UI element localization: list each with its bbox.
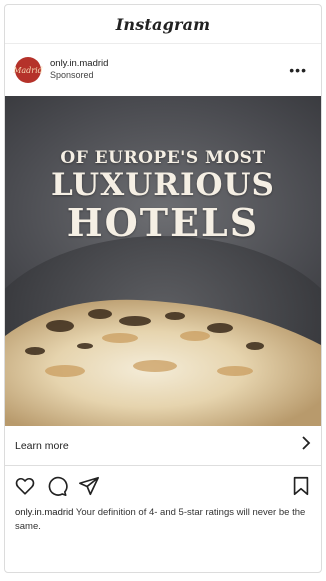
post-header: Madrid only.in.madrid Sponsored ••• [5, 44, 321, 96]
action-bar [5, 466, 321, 506]
caption-username[interactable]: only.in.madrid [15, 507, 73, 518]
ad-headline: OF EUROPE'S MOST LUXURIOUS HOTELS [5, 148, 321, 244]
send-icon[interactable] [78, 475, 100, 497]
food-illustration [5, 299, 321, 426]
heart-icon[interactable] [14, 475, 36, 497]
more-dots-icon[interactable]: ••• [285, 58, 311, 82]
headline-line-1: OF EUROPE'S MOST [60, 148, 266, 168]
learn-more-button[interactable]: Learn more [5, 426, 321, 466]
avatar-logo-text: Madrid [13, 65, 43, 75]
sponsored-label: Sponsored [50, 70, 94, 81]
top-bar: Instagram [5, 5, 321, 44]
post-image: OF EUROPE'S MOST LUXURIOUS HOTELS [5, 96, 321, 426]
account-info: only.in.madrid Sponsored [50, 58, 285, 81]
instagram-logo: Instagram [115, 14, 211, 34]
chevron-right-icon [301, 436, 311, 455]
learn-more-label: Learn more [15, 439, 69, 452]
headline-line-3: HOTELS [66, 200, 260, 245]
bookmark-icon[interactable] [290, 475, 312, 497]
avatar[interactable]: Madrid [13, 57, 43, 83]
headline-line-2: LUXURIOUS [51, 167, 275, 203]
comment-icon[interactable] [46, 475, 68, 497]
instagram-ad-frame: Instagram Madrid only.in.madrid Sponsore… [4, 4, 322, 573]
post-caption: only.in.madrid Your definition of 4- and… [5, 506, 321, 534]
account-name[interactable]: only.in.madrid [50, 58, 285, 70]
